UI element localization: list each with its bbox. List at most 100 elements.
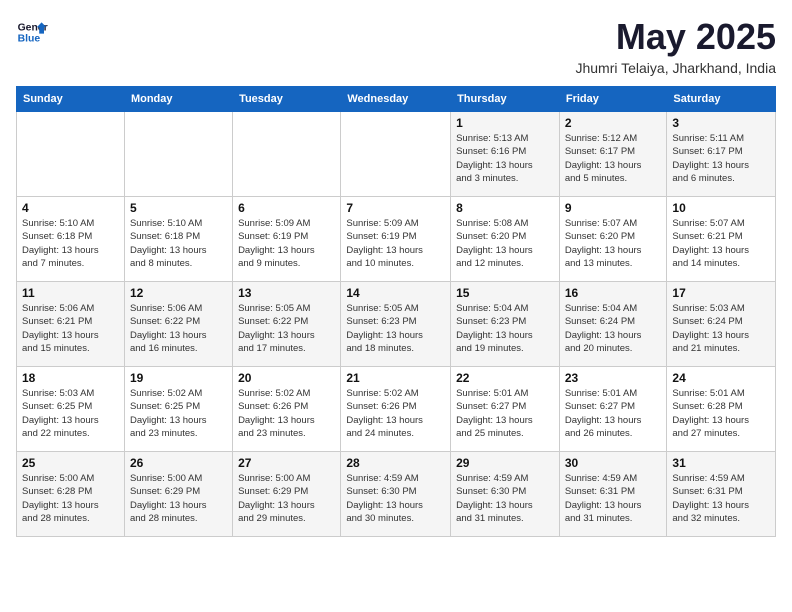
day-number: 12 (130, 286, 227, 300)
day-info: Sunrise: 5:02 AM Sunset: 6:25 PM Dayligh… (130, 387, 227, 440)
day-number: 3 (672, 116, 770, 130)
calendar-cell: 19Sunrise: 5:02 AM Sunset: 6:25 PM Dayli… (124, 367, 232, 452)
logo-icon: General Blue (16, 16, 48, 48)
calendar-cell: 21Sunrise: 5:02 AM Sunset: 6:26 PM Dayli… (341, 367, 451, 452)
calendar-cell: 8 Sunrise: 5:08 AM Sunset: 6:20 PM Daylig… (451, 197, 560, 282)
day-number: 23 (565, 371, 662, 385)
calendar-cell: 31Sunrise: 4:59 AM Sunset: 6:31 PM Dayli… (667, 452, 776, 537)
calendar-cell: 18 Sunrise: 5:03 AM Sunset: 6:25 PM Dayli… (17, 367, 125, 452)
week-row-3: 11 Sunrise: 5:06 AM Sunset: 6:21 PM Dayli… (17, 282, 776, 367)
calendar-cell: 9Sunrise: 5:07 AM Sunset: 6:20 PM Daylig… (559, 197, 667, 282)
day-info: Sunrise: 5:01 AM Sunset: 6:27 PM Dayligh… (456, 387, 554, 440)
week-row-4: 18 Sunrise: 5:03 AM Sunset: 6:25 PM Dayli… (17, 367, 776, 452)
day-info: Sunrise: 5:11 AM Sunset: 6:17 PM Dayligh… (672, 132, 770, 185)
calendar-cell: 29Sunrise: 4:59 AM Sunset: 6:30 PM Dayli… (451, 452, 560, 537)
header-day-sunday: Sunday (17, 87, 125, 112)
day-number: 5 (130, 201, 227, 215)
calendar-cell: 17Sunrise: 5:03 AM Sunset: 6:24 PM Dayli… (667, 282, 776, 367)
calendar-cell: 10 Sunrise: 5:07 AM Sunset: 6:21 PM Dayli… (667, 197, 776, 282)
day-info: Sunrise: 4:59 AM Sunset: 6:30 PM Dayligh… (456, 472, 554, 525)
day-info: Sunrise: 5:04 AM Sunset: 6:23 PM Dayligh… (456, 302, 554, 355)
day-number: 9 (565, 201, 662, 215)
day-number: 26 (130, 456, 227, 470)
week-row-2: 4 Sunrise: 5:10 AM Sunset: 6:18 PM Daylig… (17, 197, 776, 282)
day-number: 18 (22, 371, 119, 385)
logo: General Blue (16, 16, 48, 48)
day-info: Sunrise: 5:08 AM Sunset: 6:20 PM Dayligh… (456, 217, 554, 270)
day-number: 13 (238, 286, 335, 300)
day-number: 7 (346, 201, 445, 215)
week-row-1: 1 Sunrise: 5:13 AM Sunset: 6:16 PM Daylig… (17, 112, 776, 197)
calendar-table: SundayMondayTuesdayWednesdayThursdayFrid… (16, 86, 776, 537)
day-number: 4 (22, 201, 119, 215)
calendar-cell: 13 Sunrise: 5:05 AM Sunset: 6:22 PM Dayli… (233, 282, 341, 367)
day-number: 6 (238, 201, 335, 215)
day-number: 28 (346, 456, 445, 470)
day-number: 8 (456, 201, 554, 215)
day-number: 11 (22, 286, 119, 300)
calendar-cell: 1 Sunrise: 5:13 AM Sunset: 6:16 PM Daylig… (451, 112, 560, 197)
calendar-cell: 14Sunrise: 5:05 AM Sunset: 6:23 PM Dayli… (341, 282, 451, 367)
day-number: 25 (22, 456, 119, 470)
week-row-5: 25 Sunrise: 5:00 AM Sunset: 6:28 PM Dayli… (17, 452, 776, 537)
day-number: 24 (672, 371, 770, 385)
header-day-wednesday: Wednesday (341, 87, 451, 112)
day-info: Sunrise: 5:03 AM Sunset: 6:25 PM Dayligh… (22, 387, 119, 440)
day-number: 16 (565, 286, 662, 300)
calendar-cell: 24 Sunrise: 5:01 AM Sunset: 6:28 PM Dayli… (667, 367, 776, 452)
day-info: Sunrise: 5:10 AM Sunset: 6:18 PM Dayligh… (130, 217, 227, 270)
day-info: Sunrise: 5:00 AM Sunset: 6:29 PM Dayligh… (238, 472, 335, 525)
calendar-cell: 26 Sunrise: 5:00 AM Sunset: 6:29 PM Dayli… (124, 452, 232, 537)
calendar-cell (233, 112, 341, 197)
calendar-cell: 16 Sunrise: 5:04 AM Sunset: 6:24 PM Dayli… (559, 282, 667, 367)
calendar-cell: 7 Sunrise: 5:09 AM Sunset: 6:19 PM Daylig… (341, 197, 451, 282)
day-info: Sunrise: 5:00 AM Sunset: 6:29 PM Dayligh… (130, 472, 227, 525)
day-info: Sunrise: 5:02 AM Sunset: 6:26 PM Dayligh… (346, 387, 445, 440)
header-day-thursday: Thursday (451, 87, 560, 112)
header-day-friday: Friday (559, 87, 667, 112)
day-number: 1 (456, 116, 554, 130)
day-info: Sunrise: 5:01 AM Sunset: 6:27 PM Dayligh… (565, 387, 662, 440)
calendar-cell (124, 112, 232, 197)
calendar-cell: 11 Sunrise: 5:06 AM Sunset: 6:21 PM Dayli… (17, 282, 125, 367)
day-info: Sunrise: 5:09 AM Sunset: 6:19 PM Dayligh… (238, 217, 335, 270)
calendar-cell: 5 Sunrise: 5:10 AM Sunset: 6:18 PM Daylig… (124, 197, 232, 282)
day-number: 31 (672, 456, 770, 470)
day-info: Sunrise: 5:06 AM Sunset: 6:22 PM Dayligh… (130, 302, 227, 355)
calendar-cell: 6 Sunrise: 5:09 AM Sunset: 6:19 PM Daylig… (233, 197, 341, 282)
day-info: Sunrise: 5:06 AM Sunset: 6:21 PM Dayligh… (22, 302, 119, 355)
calendar-cell: 23 Sunrise: 5:01 AM Sunset: 6:27 PM Dayli… (559, 367, 667, 452)
day-number: 15 (456, 286, 554, 300)
calendar-cell: 4Sunrise: 5:10 AM Sunset: 6:18 PM Daylig… (17, 197, 125, 282)
day-number: 10 (672, 201, 770, 215)
day-info: Sunrise: 5:04 AM Sunset: 6:24 PM Dayligh… (565, 302, 662, 355)
day-info: Sunrise: 5:12 AM Sunset: 6:17 PM Dayligh… (565, 132, 662, 185)
calendar-cell: 3 Sunrise: 5:11 AM Sunset: 6:17 PM Daylig… (667, 112, 776, 197)
day-info: Sunrise: 4:59 AM Sunset: 6:30 PM Dayligh… (346, 472, 445, 525)
calendar-cell: 15 Sunrise: 5:04 AM Sunset: 6:23 PM Dayli… (451, 282, 560, 367)
day-info: Sunrise: 5:09 AM Sunset: 6:19 PM Dayligh… (346, 217, 445, 270)
day-number: 27 (238, 456, 335, 470)
day-info: Sunrise: 5:01 AM Sunset: 6:28 PM Dayligh… (672, 387, 770, 440)
day-info: Sunrise: 5:05 AM Sunset: 6:23 PM Dayligh… (346, 302, 445, 355)
location: Jhumri Telaiya, Jharkhand, India (575, 60, 776, 76)
page-header: General Blue May 2025 Jhumri Telaiya, Jh… (16, 16, 776, 76)
calendar-cell (341, 112, 451, 197)
calendar-cell: 30Sunrise: 4:59 AM Sunset: 6:31 PM Dayli… (559, 452, 667, 537)
day-info: Sunrise: 5:00 AM Sunset: 6:28 PM Dayligh… (22, 472, 119, 525)
title-block: May 2025 Jhumri Telaiya, Jharkhand, Indi… (575, 16, 776, 76)
day-info: Sunrise: 5:03 AM Sunset: 6:24 PM Dayligh… (672, 302, 770, 355)
day-info: Sunrise: 5:13 AM Sunset: 6:16 PM Dayligh… (456, 132, 554, 185)
calendar-cell: 2Sunrise: 5:12 AM Sunset: 6:17 PM Daylig… (559, 112, 667, 197)
month-title: May 2025 (575, 16, 776, 58)
day-info: Sunrise: 5:05 AM Sunset: 6:22 PM Dayligh… (238, 302, 335, 355)
calendar-cell: 22Sunrise: 5:01 AM Sunset: 6:27 PM Dayli… (451, 367, 560, 452)
day-info: Sunrise: 4:59 AM Sunset: 6:31 PM Dayligh… (565, 472, 662, 525)
header-row: SundayMondayTuesdayWednesdayThursdayFrid… (17, 87, 776, 112)
calendar-cell: 25 Sunrise: 5:00 AM Sunset: 6:28 PM Dayli… (17, 452, 125, 537)
svg-text:Blue: Blue (18, 34, 41, 45)
day-number: 20 (238, 371, 335, 385)
header-day-saturday: Saturday (667, 87, 776, 112)
day-info: Sunrise: 5:07 AM Sunset: 6:21 PM Dayligh… (672, 217, 770, 270)
header-day-tuesday: Tuesday (233, 87, 341, 112)
